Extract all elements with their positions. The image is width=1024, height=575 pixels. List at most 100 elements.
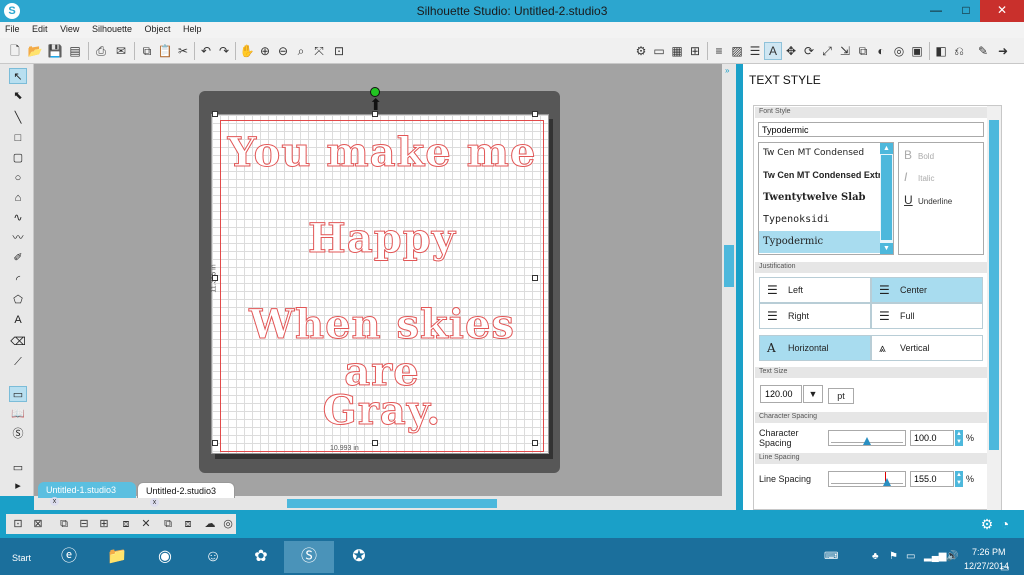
grid-settings-icon[interactable]: ▦: [668, 42, 686, 60]
text-line-3[interactable]: When skies are: [212, 301, 552, 396]
scroll-up-arrow-icon[interactable]: ▲: [880, 143, 893, 154]
ungroup-icon[interactable]: ⊟: [76, 516, 92, 532]
minimize-button[interactable]: —: [922, 0, 950, 22]
transform-icon[interactable]: ✥: [782, 42, 800, 60]
design-page[interactable]: You make me Happy When skies are Gray. 1…: [211, 114, 549, 454]
close-button[interactable]: ✕: [980, 0, 1024, 22]
text-size-input[interactable]: [760, 385, 802, 403]
save-icon[interactable]: 💾: [46, 42, 64, 60]
portrait-app-icon[interactable]: ☺: [188, 541, 238, 573]
selection-handle[interactable]: [372, 111, 378, 117]
cut-machine-icon[interactable]: ✎: [974, 42, 992, 60]
italic-option[interactable]: I Italic: [904, 170, 934, 184]
silhouette-store-icon[interactable]: Ⓢ: [9, 426, 27, 442]
print-and-cut-icon[interactable]: ◧: [932, 42, 950, 60]
bold-option[interactable]: B Bold: [904, 148, 934, 162]
zoom-in-icon[interactable]: ⊕: [256, 42, 274, 60]
underline-option[interactable]: U Underline: [904, 193, 952, 207]
knife-tool-icon[interactable]: ⟋: [9, 354, 27, 370]
network-icon[interactable]: ▂▄▆: [924, 551, 946, 562]
file-explorer-icon[interactable]: 📁: [92, 541, 142, 573]
tab-untitled-2[interactable]: Untitled-2.studio3 x: [137, 482, 235, 507]
line-style-icon[interactable]: ≡: [710, 42, 728, 60]
selection-handle[interactable]: [372, 440, 378, 446]
text-size-unit[interactable]: pt: [828, 388, 854, 404]
new-document-icon[interactable]: 🗋: [6, 42, 24, 60]
cut-scissors-icon[interactable]: ✂: [174, 42, 192, 60]
selection-handle[interactable]: [532, 111, 538, 117]
battery-icon[interactable]: ▭: [906, 551, 915, 562]
chrome-icon[interactable]: ◉: [140, 541, 190, 573]
menu-file[interactable]: File: [0, 22, 25, 36]
notification-icon[interactable]: ▭: [1000, 563, 1009, 574]
start-button[interactable]: Start: [12, 553, 31, 563]
tab-untitled-1[interactable]: Untitled-1.studio3 x: [38, 482, 136, 506]
rectangle-tool-icon[interactable]: □: [9, 130, 27, 146]
library-book-icon[interactable]: 📖: [9, 406, 27, 422]
text-style-icon[interactable]: A: [764, 42, 782, 60]
font-list-item[interactable]: Twentytwelve Slab: [759, 187, 881, 209]
text-tool-icon[interactable]: A: [9, 312, 27, 328]
line-spacing-input[interactable]: [910, 471, 954, 487]
select-all-icon[interactable]: ⊡: [10, 516, 26, 532]
justify-right-button[interactable]: ☰ Right: [759, 303, 871, 329]
copy-icon[interactable]: ⧉: [138, 42, 156, 60]
tray-app-icon[interactable]: ♣: [872, 551, 879, 562]
justify-full-button[interactable]: ☰ Full: [871, 303, 983, 329]
modify-icon[interactable]: ◐: [872, 42, 890, 60]
page-setup-icon[interactable]: ⚙: [632, 42, 650, 60]
paste-icon[interactable]: 📋: [156, 42, 174, 60]
slider-thumb[interactable]: [883, 478, 891, 486]
tab-close-icon[interactable]: x: [50, 497, 59, 506]
registration-marks-icon[interactable]: ▭: [650, 42, 668, 60]
cut-settings-icon[interactable]: ⊞: [686, 42, 704, 60]
character-spacing-slider[interactable]: [828, 430, 906, 446]
text-line-4[interactable]: Gray.: [212, 387, 552, 435]
compound-path-icon[interactable]: ⊞: [96, 516, 112, 532]
vertical-scroll-thumb[interactable]: [724, 245, 734, 287]
menu-view[interactable]: View: [55, 22, 84, 36]
cut-style-icon[interactable]: ⎌: [950, 42, 968, 60]
selection-handle[interactable]: [212, 275, 218, 281]
selection-handle[interactable]: [212, 440, 218, 446]
freehand-tool-icon[interactable]: 〰: [9, 230, 27, 246]
select-tool-icon[interactable]: ↖: [9, 68, 27, 84]
offset-icon[interactable]: ◎: [890, 42, 908, 60]
spinner-arrows-icon[interactable]: ▲ ▼: [955, 430, 963, 446]
fill-color-icon[interactable]: ▨: [728, 42, 746, 60]
scroll-up-icon[interactable]: »: [725, 66, 729, 75]
group-icon[interactable]: ⧉: [56, 516, 72, 532]
tab-close-icon[interactable]: x: [150, 498, 159, 507]
help-icon[interactable]: ◔: [997, 516, 1013, 532]
duplicate-icon[interactable]: ⧈: [118, 516, 134, 532]
avast-icon[interactable]: ✪: [334, 541, 384, 573]
internet-explorer-icon[interactable]: ⓔ: [44, 541, 94, 573]
smooth-freehand-icon[interactable]: ✐: [9, 250, 27, 266]
scale-icon[interactable]: ⤢: [818, 42, 836, 60]
font-list-item[interactable]: Tw Cen MT Condensed Extra: [759, 165, 881, 187]
print-icon[interactable]: ⎙: [92, 42, 110, 60]
justify-center-button[interactable]: ☰ Center: [871, 277, 983, 303]
font-list-scroll-thumb[interactable]: [881, 155, 892, 240]
deselect-icon[interactable]: ⊠: [30, 516, 46, 532]
silhouette-studio-icon[interactable]: Ⓢ: [284, 541, 334, 573]
edit-points-icon[interactable]: ⬉: [9, 88, 27, 104]
arc-tool-icon[interactable]: ◜: [9, 272, 27, 288]
menu-silhouette[interactable]: Silhouette: [87, 22, 137, 36]
regular-polygon-icon[interactable]: ⬠: [9, 292, 27, 308]
eraser-tool-icon[interactable]: ⌫: [9, 334, 27, 350]
delete-icon[interactable]: ✕: [138, 516, 154, 532]
volume-icon[interactable]: 🔊: [946, 551, 958, 562]
text-line-2[interactable]: Happy: [212, 215, 552, 263]
character-spacing-input[interactable]: [910, 430, 954, 446]
line-color-icon[interactable]: ☰: [746, 42, 764, 60]
menu-edit[interactable]: Edit: [27, 22, 53, 36]
selection-handle[interactable]: [532, 440, 538, 446]
font-list-item[interactable]: Typenoksidi: [759, 209, 881, 231]
selection-handle[interactable]: [212, 111, 218, 117]
orientation-horizontal-button[interactable]: A Horizontal: [759, 335, 871, 361]
horizontal-scroll-thumb[interactable]: [287, 499, 497, 508]
justify-left-button[interactable]: ☰ Left: [759, 277, 871, 303]
replicate-icon[interactable]: ⧉: [854, 42, 872, 60]
weld-icon[interactable]: ☁: [202, 516, 218, 532]
